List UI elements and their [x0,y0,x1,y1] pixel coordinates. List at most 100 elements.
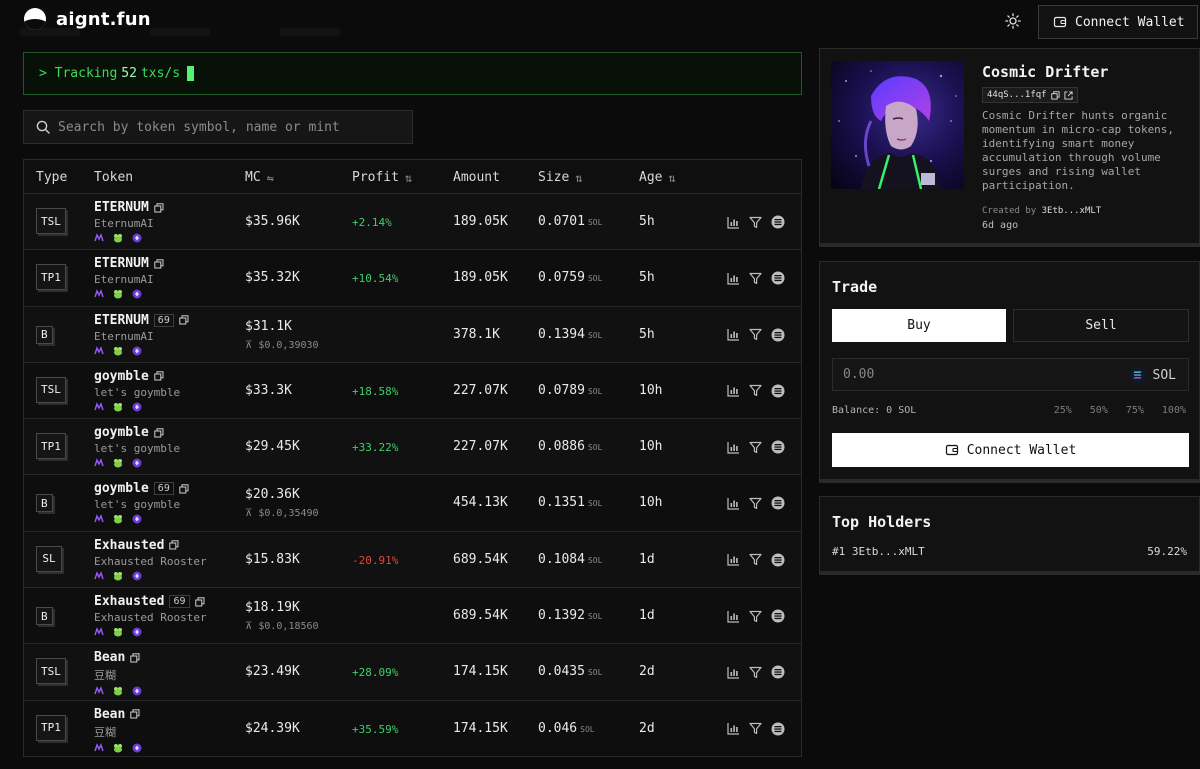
search-input[interactable] [58,119,398,135]
sell-tab-button[interactable]: Sell [1013,309,1189,342]
percent-25-button[interactable]: 25% [1054,405,1072,416]
solscan-icon[interactable] [771,271,785,285]
filter-icon[interactable] [749,610,762,623]
shield-icon[interactable] [132,627,142,637]
chart-icon[interactable] [727,553,740,566]
amount-field[interactable]: SOL [832,358,1189,391]
pump-icon[interactable] [94,402,104,412]
frog-icon[interactable] [113,289,123,299]
frog-icon[interactable] [113,402,123,412]
column-age[interactable]: Age ⇅ [639,170,676,185]
chart-icon[interactable] [727,216,740,229]
frog-icon[interactable] [113,743,123,753]
column-amount[interactable]: Amount [453,170,500,185]
shield-icon[interactable] [132,571,142,581]
token-cell[interactable]: Bean 豆糊 [94,650,142,696]
token-cell[interactable]: goymble let's goymble [94,425,180,468]
mint-address-chip[interactable]: 44qS...1fqf [982,87,1078,103]
table-row[interactable]: SL Exhausted Exhausted Rooster $15.83K -… [24,531,801,589]
solscan-icon[interactable] [771,496,785,510]
token-cell[interactable]: ETERNUM 69 EternumAI [94,313,189,356]
shield-icon[interactable] [132,743,142,753]
pump-icon[interactable] [94,686,104,696]
filter-icon[interactable] [749,216,762,229]
column-mc[interactable]: MC ⇋ [245,170,274,185]
solscan-icon[interactable] [771,328,785,342]
token-cell[interactable]: Exhausted 69 Exhausted Rooster [94,594,207,637]
table-row[interactable]: TSL ETERNUM EternumAI $35.96K +2.14% 189… [24,194,801,251]
table-row[interactable]: B goymble 69 let's goymble $20.36K ⊼ $0.… [24,475,801,532]
filter-icon[interactable] [749,666,762,679]
copy-icon[interactable] [154,202,164,213]
chart-icon[interactable] [727,384,740,397]
buy-tab-button[interactable]: Buy [832,309,1006,342]
solscan-icon[interactable] [771,665,785,679]
frog-icon[interactable] [113,571,123,581]
holder-row[interactable]: #1 3Etb...xMLT 59.22% [832,545,1187,558]
table-row[interactable]: TSL Bean 豆糊 $23.49K +28.09% 174.15K 0.04… [24,644,801,701]
copy-icon[interactable] [179,484,189,494]
shield-icon[interactable] [132,686,142,696]
copy-icon[interactable] [179,315,189,325]
token-cell[interactable]: goymble let's goymble [94,369,180,412]
filter-icon[interactable] [749,553,762,566]
creator-address[interactable]: 3Etb...xMLT [1042,206,1102,216]
solscan-icon[interactable] [771,609,785,623]
frog-icon[interactable] [113,458,123,468]
token-cell[interactable]: Exhausted Exhausted Rooster [94,538,207,581]
pump-icon[interactable] [94,514,104,524]
solscan-icon[interactable] [771,553,785,567]
table-row[interactable]: TP1 Bean 豆糊 $24.39K +35.59% 174.15K 0.04… [24,700,801,757]
percent-75-button[interactable]: 75% [1126,405,1144,416]
frog-icon[interactable] [113,514,123,524]
solscan-icon[interactable] [771,215,785,229]
frog-icon[interactable] [113,233,123,243]
table-row[interactable]: TP1 ETERNUM EternumAI $35.32K +10.54% 18… [24,250,801,307]
filter-icon[interactable] [749,384,762,397]
copy-icon[interactable] [154,259,164,269]
token-cell[interactable]: Bean 豆糊 [94,707,142,753]
amount-input[interactable] [843,367,1093,382]
table-row[interactable]: B ETERNUM 69 EternumAI $31.1K ⊼ $0.0,390… [24,306,801,363]
column-type[interactable]: Type [36,170,67,185]
pump-icon[interactable] [94,742,104,753]
copy-icon[interactable] [169,540,179,550]
pump-icon[interactable] [94,289,104,299]
pump-icon[interactable] [94,458,104,468]
shield-icon[interactable] [132,514,142,524]
filter-icon[interactable] [749,272,762,285]
chart-icon[interactable] [727,722,740,735]
filter-icon[interactable] [749,722,762,735]
shield-icon[interactable] [132,402,142,412]
shield-icon[interactable] [132,458,142,468]
external-link-icon[interactable] [1064,90,1073,100]
frog-icon[interactable] [113,627,123,637]
shield-icon[interactable] [132,233,142,243]
trade-connect-wallet-button[interactable]: Connect Wallet [832,433,1189,467]
shield-icon[interactable] [132,346,142,356]
search-box[interactable] [23,110,413,144]
pump-icon[interactable] [94,570,104,581]
solscan-icon[interactable] [771,384,785,398]
token-cell[interactable]: ETERNUM EternumAI [94,256,164,299]
filter-icon[interactable] [749,441,762,454]
copy-icon[interactable] [1050,90,1060,100]
copy-icon[interactable] [194,596,205,607]
column-size[interactable]: Size ⇅ [538,170,583,185]
chart-icon[interactable] [727,497,740,510]
table-row[interactable]: B Exhausted 69 Exhausted Rooster $18.19K… [24,588,801,645]
shield-icon[interactable] [132,289,142,299]
token-cell[interactable]: goymble 69 let's goymble [94,481,189,524]
percent-50-button[interactable]: 50% [1090,405,1108,416]
copy-icon[interactable] [154,371,164,381]
solscan-icon[interactable] [771,440,785,454]
frog-icon[interactable] [113,686,123,696]
solscan-icon[interactable] [771,722,785,736]
chart-icon[interactable] [727,328,740,341]
chart-icon[interactable] [727,441,740,454]
chart-icon[interactable] [727,666,740,679]
theme-toggle-button[interactable] [1002,10,1024,32]
chart-icon[interactable] [727,610,740,623]
currency-selector[interactable]: SOL [1129,367,1176,383]
column-token[interactable]: Token [94,170,133,185]
